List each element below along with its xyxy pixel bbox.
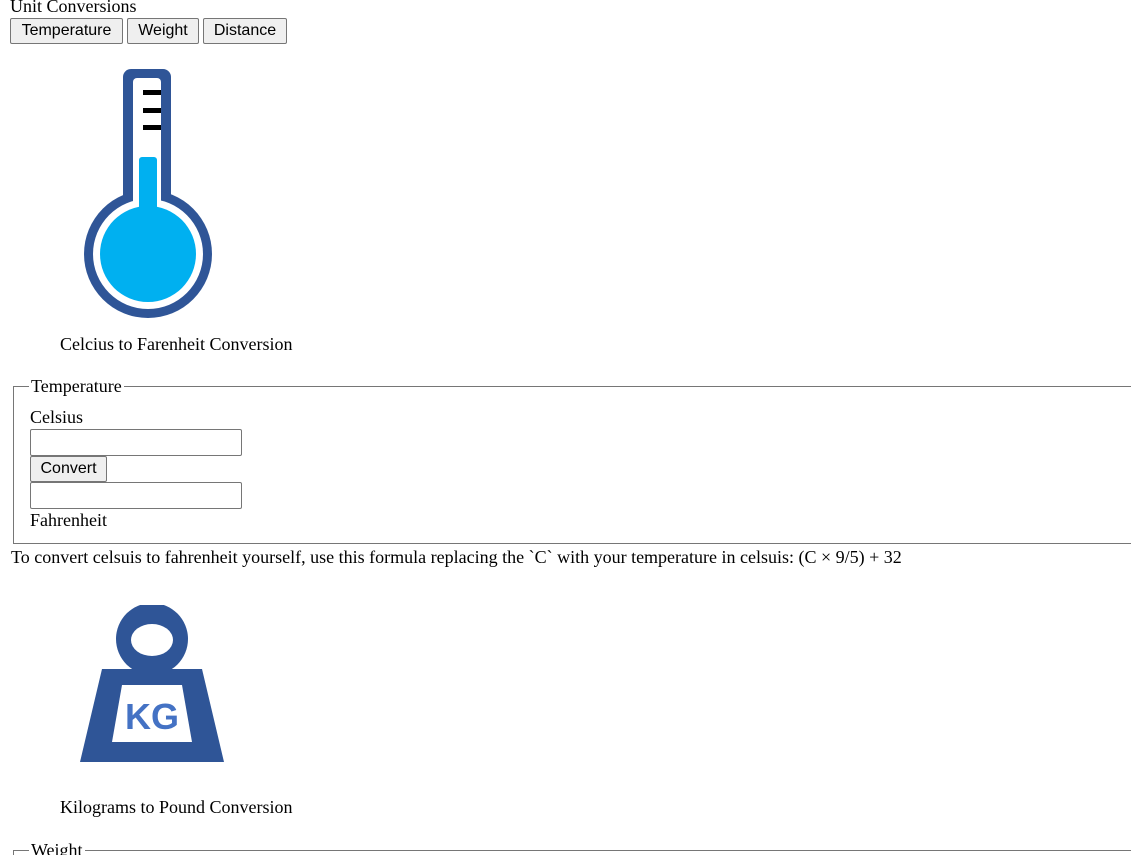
fahrenheit-label: Fahrenheit: [30, 510, 107, 530]
formula-text: To convert celsuis to fahrenheit yoursel…: [11, 547, 902, 567]
page: Unit Conversions Temperature Weight Dist…: [0, 0, 1131, 855]
distance-tab-button[interactable]: Distance: [203, 18, 287, 44]
thermometer-icon: [84, 69, 212, 318]
weight-legend: Weight: [29, 839, 85, 855]
app-title: Unit Conversions: [10, 0, 137, 16]
temperature-tab-button[interactable]: Temperature: [10, 18, 123, 44]
weight-kg-icon: KG: [80, 605, 224, 762]
temperature-fieldset: Temperature Celsius Convert Fahrenheit: [13, 375, 1131, 544]
fahrenheit-output[interactable]: [30, 482, 242, 509]
nav-buttons: Temperature Weight Distance: [10, 18, 287, 44]
weight-fieldset: Weight: [13, 839, 1131, 855]
kg-icon-text: KG: [125, 696, 179, 737]
temperature-legend: Temperature: [29, 375, 124, 397]
weight-caption: Kilograms to Pound Conversion: [60, 797, 293, 817]
convert-button[interactable]: Convert: [30, 456, 107, 482]
weight-tab-button[interactable]: Weight: [127, 18, 199, 44]
celsius-input[interactable]: [30, 429, 242, 456]
celsius-label: Celsius: [30, 407, 84, 427]
temperature-caption: Celcius to Farenheit Conversion: [60, 334, 293, 354]
